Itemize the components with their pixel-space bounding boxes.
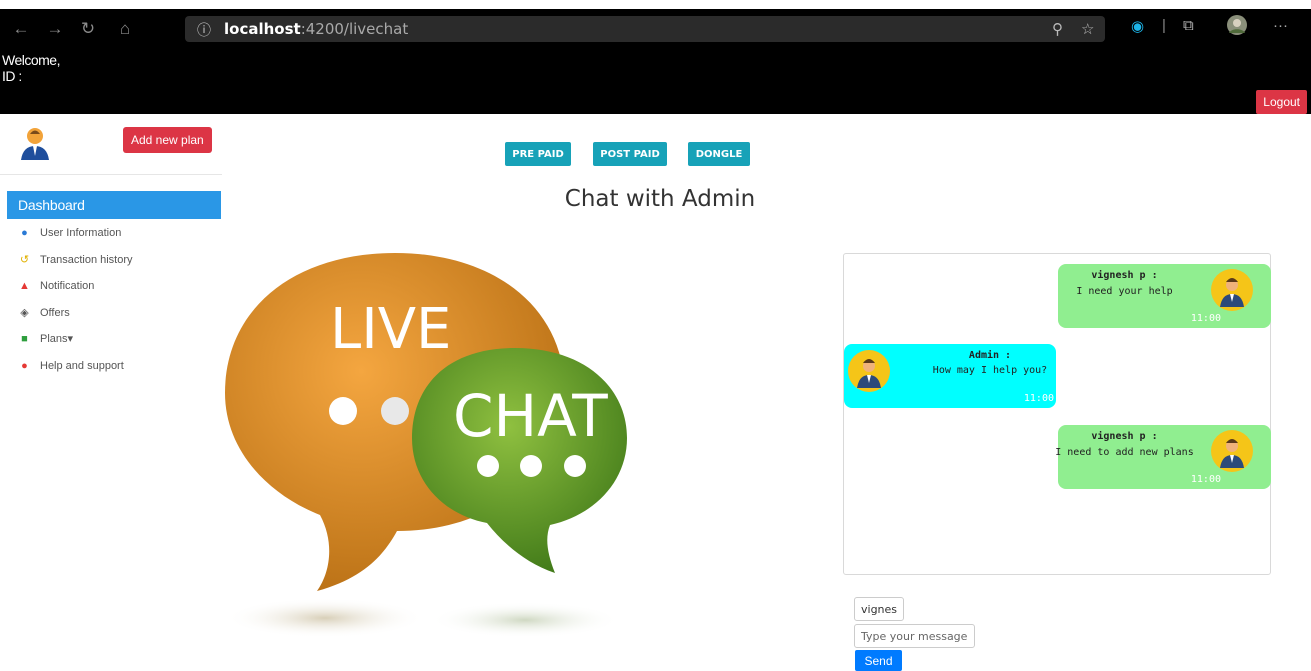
message-sender: vignesh p :: [1091, 270, 1158, 281]
url-host: localhost: [224, 20, 301, 38]
sidebar-item-help-and-support[interactable]: ● Help and support: [18, 357, 124, 375]
url-path: :4200/livechat: [300, 20, 409, 38]
address-bar[interactable]: ⓘ localhost:4200/livechat ⚲ ☆: [185, 16, 1105, 42]
chat-messages-panel[interactable]: vignesh p : I need your help 11:00 Admin…: [843, 253, 1271, 575]
divider: |: [1162, 17, 1166, 34]
message-bubble: vignesh p : I need your help 11:00: [1058, 264, 1271, 328]
live-chat-illustration: LIVE CHAT: [225, 253, 627, 638]
more-icon[interactable]: ···: [1273, 17, 1288, 34]
live-word: LIVE: [330, 297, 451, 362]
sender-name-input[interactable]: [854, 597, 904, 621]
history-icon: ↺: [19, 254, 30, 266]
message-input[interactable]: [854, 624, 975, 648]
user-avatar-icon: [1211, 269, 1253, 311]
logout-button[interactable]: Logout: [1256, 90, 1307, 114]
user-icon: ●: [21, 227, 28, 239]
user-id-label: ID :: [2, 68, 22, 84]
bell-icon: ▲: [19, 280, 30, 292]
app-header: Welcome, ID : Logout: [0, 44, 1311, 114]
sidebar-item-label: Plans▾: [40, 333, 74, 345]
browser-toolbar: ← → ↻ ⌂ ⓘ localhost:4200/livechat ⚲ ☆ ◉ …: [0, 0, 1311, 44]
zoom-icon[interactable]: ⚲: [1052, 20, 1063, 38]
message-text: I need to add new plans: [1055, 447, 1194, 458]
star-icon[interactable]: ☆: [1081, 20, 1094, 38]
sidebar-item-dashboard[interactable]: Dashboard: [7, 191, 221, 219]
postpaid-button[interactable]: POST PAID: [593, 142, 667, 166]
message-bubble: vignesh p : I need to add new plans 11:0…: [1055, 425, 1271, 489]
profile-avatar-icon[interactable]: [1226, 14, 1248, 40]
dongle-button[interactable]: DONGLE: [688, 142, 750, 166]
add-new-plan-button[interactable]: Add new plan: [123, 127, 212, 153]
user-avatar-icon[interactable]: [20, 126, 50, 160]
send-button[interactable]: Send: [855, 650, 902, 671]
chat-word: CHAT: [453, 382, 608, 450]
collections-icon[interactable]: ⧉: [1183, 17, 1194, 34]
message-text: How may I help you?: [932, 365, 1048, 376]
back-arrow-icon[interactable]: ←: [8, 18, 34, 40]
book-icon: ■: [21, 333, 28, 345]
message-sender: Admin :: [968, 350, 1012, 361]
message-bubble: Admin : How may I help you? 11:00: [844, 344, 1056, 408]
user-avatar-icon: [1211, 430, 1253, 472]
sidebar-item-transaction-history[interactable]: ↺ Transaction history: [18, 251, 133, 269]
url-text[interactable]: localhost:4200/livechat: [224, 20, 408, 38]
chat-bubble-icon: ●: [21, 360, 28, 372]
welcome-text: Welcome,: [2, 52, 60, 68]
sidebar-item-plans[interactable]: ■ Plans▾: [18, 330, 73, 348]
sidebar-item-notification[interactable]: ▲ Notification: [18, 277, 94, 295]
prepaid-button[interactable]: PRE PAID: [505, 142, 571, 166]
info-icon[interactable]: ⓘ: [197, 20, 211, 40]
message-time: 11:00: [1190, 313, 1221, 324]
home-icon[interactable]: ⌂: [112, 18, 138, 40]
sidebar-item-user-information[interactable]: ● User Information: [18, 224, 121, 242]
extension-icon[interactable]: ◉: [1131, 17, 1144, 35]
forward-arrow-icon[interactable]: →: [42, 18, 68, 40]
sidebar-item-offers[interactable]: ◈ Offers: [18, 304, 70, 322]
diamond-icon: ◈: [20, 307, 29, 319]
message-time: 11:00: [1023, 393, 1054, 404]
message-time: 11:00: [1190, 474, 1221, 485]
sidebar-item-label: Notification: [40, 280, 95, 292]
message-text: I need your help: [1076, 286, 1173, 297]
sidebar-item-label: Offers: [40, 307, 70, 319]
sidebar: Add new plan Dashboard ● User Information…: [0, 114, 222, 671]
sidebar-item-label: Transaction history: [40, 254, 133, 266]
sidebar-item-label: Help and support: [40, 360, 124, 372]
page-title: Chat with Admin: [564, 186, 756, 212]
sidebar-item-label: User Information: [40, 227, 122, 239]
admin-avatar-icon: [848, 350, 890, 392]
sidebar-divider: [0, 174, 222, 175]
refresh-icon[interactable]: ↻: [75, 18, 101, 40]
message-sender: vignesh p :: [1091, 431, 1158, 442]
